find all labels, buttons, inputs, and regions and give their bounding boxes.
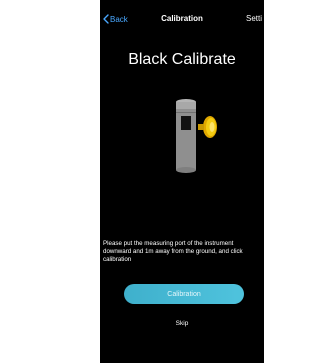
skip-button[interactable]: Skip	[100, 320, 264, 327]
page-title: Calibration	[161, 14, 203, 23]
navigation-bar: Back Calibration Setti	[100, 12, 264, 28]
settings-button[interactable]: Setti	[246, 14, 262, 23]
calibration-button[interactable]: Calibration	[124, 284, 244, 304]
instruction-text: Please put the measuring port of the ins…	[103, 240, 243, 263]
instrument-illustration	[170, 96, 230, 176]
phone-screen: Back Calibration Setti Black Calibrate P…	[100, 0, 264, 363]
calibration-heading: Black Calibrate	[128, 51, 236, 68]
